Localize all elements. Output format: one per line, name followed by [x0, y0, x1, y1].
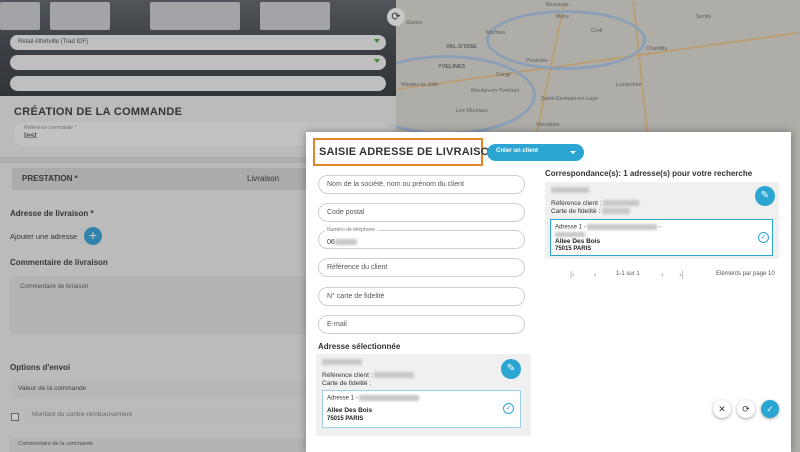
phone-input[interactable]: Numéro de téléphone 06: [318, 227, 525, 249]
refresh-icon: ⟳: [742, 404, 750, 414]
check-icon: ✓: [766, 404, 774, 414]
edit-pencil-icon[interactable]: ✎: [755, 186, 775, 206]
redacted-text: [334, 239, 357, 246]
edit-pencil-icon[interactable]: ✎: [501, 359, 521, 379]
client-reference-input[interactable]: Référence du client: [318, 258, 525, 277]
dialog-title: SAISIE ADRESSE DE LIVRAISON: [313, 138, 497, 166]
selected-address-card: Référence client : Carte de fidelité : ✎…: [316, 354, 531, 436]
chevron-down-icon: [570, 151, 576, 154]
redacted-text: [555, 232, 585, 237]
last-page-icon[interactable]: ›|: [679, 270, 684, 279]
redacted-text: [551, 187, 589, 193]
redacted-text: [374, 372, 415, 379]
delivery-address-dialog: SAISIE ADRESSE DE LIVRAISON Créer un cli…: [306, 132, 791, 452]
check-circle-icon: ✓: [758, 232, 769, 243]
next-page-icon[interactable]: ›: [661, 270, 664, 279]
postal-code-input[interactable]: Code postal: [318, 203, 525, 222]
first-page-icon[interactable]: |‹: [570, 270, 575, 279]
selected-address-title: Adresse sélectionnée: [318, 342, 401, 351]
check-circle-icon: ✓: [503, 403, 514, 414]
result-address-entry[interactable]: Adresse 1 - - Allee Des Bois 75015 PARIS…: [550, 219, 773, 256]
prev-page-icon[interactable]: ‹: [594, 270, 597, 279]
results-title: Correspondance(s): 1 adresse(s) pour vot…: [545, 169, 753, 178]
redacted-text: [322, 359, 362, 365]
create-client-button[interactable]: Créer un client: [487, 144, 584, 161]
close-icon: ✕: [718, 404, 726, 414]
close-button[interactable]: ✕: [713, 400, 731, 418]
company-search-input[interactable]: Nom de la société, nom ou prénom du clie…: [318, 175, 525, 194]
result-card: Référence client : Carte de fidelité : ✎…: [545, 182, 779, 259]
redacted-text: [603, 200, 640, 207]
selected-address-entry[interactable]: Adresse 1 - Allee Des Bois 75015 PARIS ✓: [322, 390, 521, 428]
redacted-text: [359, 395, 420, 401]
email-input[interactable]: E-mail: [318, 315, 525, 334]
redacted-text: [601, 208, 630, 215]
confirm-button[interactable]: ✓: [761, 400, 779, 418]
fidelity-card-input[interactable]: N° carte de fidelité: [318, 287, 525, 306]
refresh-button[interactable]: ⟳: [737, 400, 755, 418]
redacted-text: [587, 224, 658, 230]
